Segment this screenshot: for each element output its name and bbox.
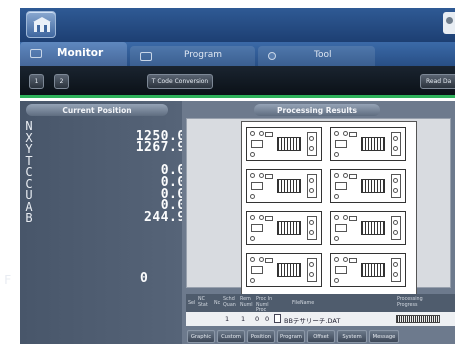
- program-icon: [140, 52, 152, 61]
- axis-letters: N X Y T C C U A B: [22, 120, 36, 225]
- monitor-icon: [30, 49, 42, 58]
- t-code-conversion-button[interactable]: T Code Conversion: [147, 74, 213, 89]
- view-2-button[interactable]: 2: [54, 74, 69, 89]
- home-icon: [33, 17, 51, 32]
- header-filename: FileName: [292, 301, 315, 306]
- nested-part: [246, 127, 322, 161]
- header-nc: Nc: [214, 301, 221, 306]
- file-icon: [274, 314, 281, 323]
- processing-progress-bar: [396, 315, 440, 323]
- current-position-panel: Current Position N X Y T C C U A B 0 125…: [20, 101, 194, 344]
- nesting-preview[interactable]: [186, 118, 451, 297]
- program-button[interactable]: Program: [277, 330, 305, 343]
- axis-values: 0 1250.00 1267.99 1 0.00 0.00 0.00 0.00 …: [44, 118, 194, 225]
- offset-button[interactable]: Offset: [307, 330, 335, 343]
- nested-part: [246, 169, 322, 203]
- tab-label: Program: [184, 50, 222, 60]
- header-rem-numl: Rem Numl: [240, 297, 253, 308]
- nested-part: [246, 211, 322, 245]
- tab-label: Monitor: [57, 47, 104, 59]
- cell-proc-numl: 0: [255, 315, 260, 323]
- header-sel: Sel: [188, 301, 196, 306]
- feed-letter: F: [4, 273, 12, 287]
- cell-schd-quan: 1: [225, 315, 230, 323]
- graphic-button[interactable]: Graphic: [187, 330, 215, 343]
- nested-part: [330, 127, 406, 161]
- tab-monitor[interactable]: Monitor: [20, 42, 127, 66]
- nested-part: [330, 253, 406, 287]
- cell-filename: BBテサリーチ.DAT: [284, 317, 341, 325]
- axis-value: 244.99: [144, 209, 194, 225]
- header-schd-quan: Schd Quan: [223, 297, 236, 308]
- cell-rem-numl: 1: [241, 315, 246, 323]
- home-button[interactable]: [26, 11, 56, 38]
- user-button[interactable]: [443, 12, 455, 34]
- tab-label: Tool: [314, 50, 332, 60]
- processing-results-panel: Processing Results Sel NC Stat Nc Schd Q…: [182, 101, 455, 344]
- tool-icon: [268, 52, 276, 60]
- axis-value: 1267.99: [135, 140, 194, 156]
- nested-part: [330, 211, 406, 245]
- axis-letter: B: [25, 211, 33, 225]
- cell-proc: 0: [265, 315, 270, 323]
- sheet-layout: [241, 121, 417, 297]
- current-position-title: Current Position: [26, 104, 168, 116]
- message-button[interactable]: Message: [369, 330, 399, 343]
- nested-part: [330, 169, 406, 203]
- view-1-button[interactable]: 1: [29, 74, 44, 89]
- header-progress: Processing Progress: [397, 297, 423, 308]
- command-bar: 1 2 T Code Conversion Read Da: [20, 66, 455, 98]
- user-icon: [446, 17, 453, 24]
- feed-value: 0: [140, 271, 148, 286]
- top-bar: [20, 8, 455, 42]
- position-button[interactable]: Position: [247, 330, 275, 343]
- header-nc-stat: NC Stat: [198, 297, 208, 308]
- processing-results-title: Processing Results: [254, 104, 380, 116]
- schedule-list-header: Sel NC Stat Nc Schd Quan Rem Numl Proc I…: [186, 294, 455, 313]
- tab-tool[interactable]: Tool: [258, 46, 375, 66]
- bottom-button-bar: Graphic Custom Position Program Offset S…: [186, 330, 455, 344]
- nested-part: [246, 253, 322, 287]
- tab-bar: Monitor Program Tool: [20, 42, 455, 66]
- tab-program[interactable]: Program: [130, 46, 255, 66]
- custom-button[interactable]: Custom: [217, 330, 245, 343]
- system-button[interactable]: System: [337, 330, 367, 343]
- read-data-button[interactable]: Read Da: [420, 74, 455, 89]
- table-row[interactable]: 1 1 0 0 BBテサリーチ.DAT: [186, 312, 455, 326]
